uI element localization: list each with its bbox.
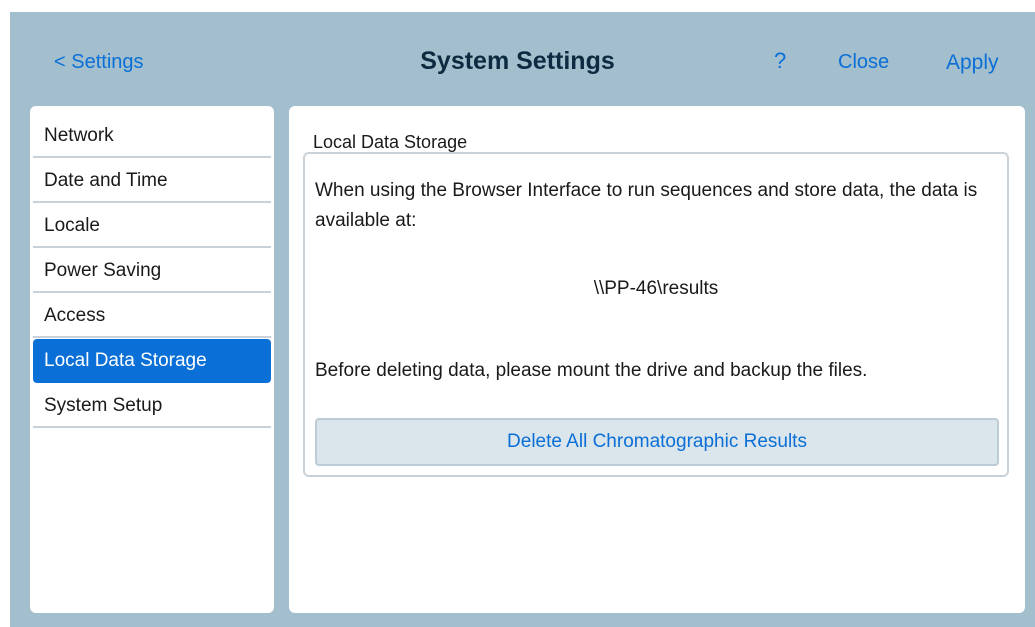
sidebar-item-system-setup[interactable]: System Setup — [33, 384, 271, 428]
main-panel: Local Data Storage When using the Browse… — [289, 106, 1025, 613]
settings-window: < Settings System Settings ? Close Apply… — [10, 12, 1035, 627]
sidebar-item-date-and-time[interactable]: Date and Time — [33, 159, 271, 203]
settings-sidebar: Network Date and Time Locale Power Savin… — [30, 106, 274, 613]
help-icon[interactable]: ? — [774, 48, 786, 74]
apply-button[interactable]: Apply — [946, 51, 999, 75]
sidebar-item-local-data-storage[interactable]: Local Data Storage — [33, 339, 271, 383]
storage-info-box: When using the Browser Interface to run … — [303, 152, 1009, 477]
backup-note: Before deleting data, please mount the d… — [315, 360, 868, 381]
sidebar-item-network[interactable]: Network — [33, 114, 271, 158]
section-title: Local Data Storage — [313, 132, 468, 152]
sidebar-item-power-saving[interactable]: Power Saving — [33, 249, 271, 293]
network-share-path: \\PP-46\results — [593, 278, 719, 299]
delete-all-results-button[interactable]: Delete All Chromatographic Results — [315, 418, 999, 466]
sidebar-nav-list: Network Date and Time Locale Power Savin… — [33, 114, 271, 429]
header-bar: < Settings System Settings ? Close Apply — [10, 12, 1035, 106]
sidebar-item-access[interactable]: Access — [33, 294, 271, 338]
storage-description: When using the Browser Interface to run … — [315, 180, 978, 231]
sidebar-item-locale[interactable]: Locale — [33, 204, 271, 248]
close-button[interactable]: Close — [838, 51, 889, 74]
